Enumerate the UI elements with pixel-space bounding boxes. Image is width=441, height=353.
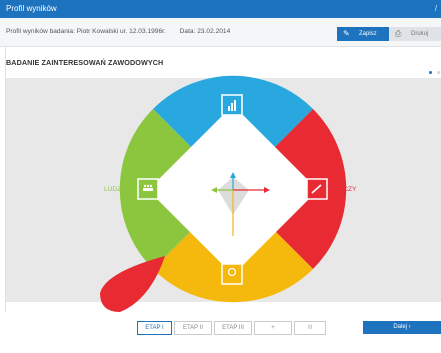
tab-etap-1[interactable]: ETAP I bbox=[137, 321, 172, 335]
people-icon: ꔖ bbox=[308, 325, 312, 331]
tab-etap-3[interactable]: ETAP III bbox=[214, 321, 252, 335]
next-button-label: Dalej bbox=[393, 324, 407, 330]
chevron-right-icon: › bbox=[408, 324, 411, 330]
category-label-left: LUDZIE bbox=[104, 186, 128, 193]
tab-etap-2[interactable]: ETAP II bbox=[174, 321, 212, 335]
category-label-bottom: IDEE bbox=[224, 289, 240, 296]
category-label-right: RZECZY bbox=[330, 186, 357, 193]
add-tab-button[interactable]: + bbox=[254, 321, 292, 335]
lightbulb-icon bbox=[221, 263, 243, 285]
interest-wheel bbox=[100, 75, 347, 312]
pointer-indicator bbox=[100, 256, 165, 312]
category-label-top: DANE bbox=[222, 85, 241, 92]
people-tab-button[interactable]: ꔖ bbox=[294, 321, 326, 335]
next-button[interactable]: Dalej › bbox=[363, 321, 441, 334]
